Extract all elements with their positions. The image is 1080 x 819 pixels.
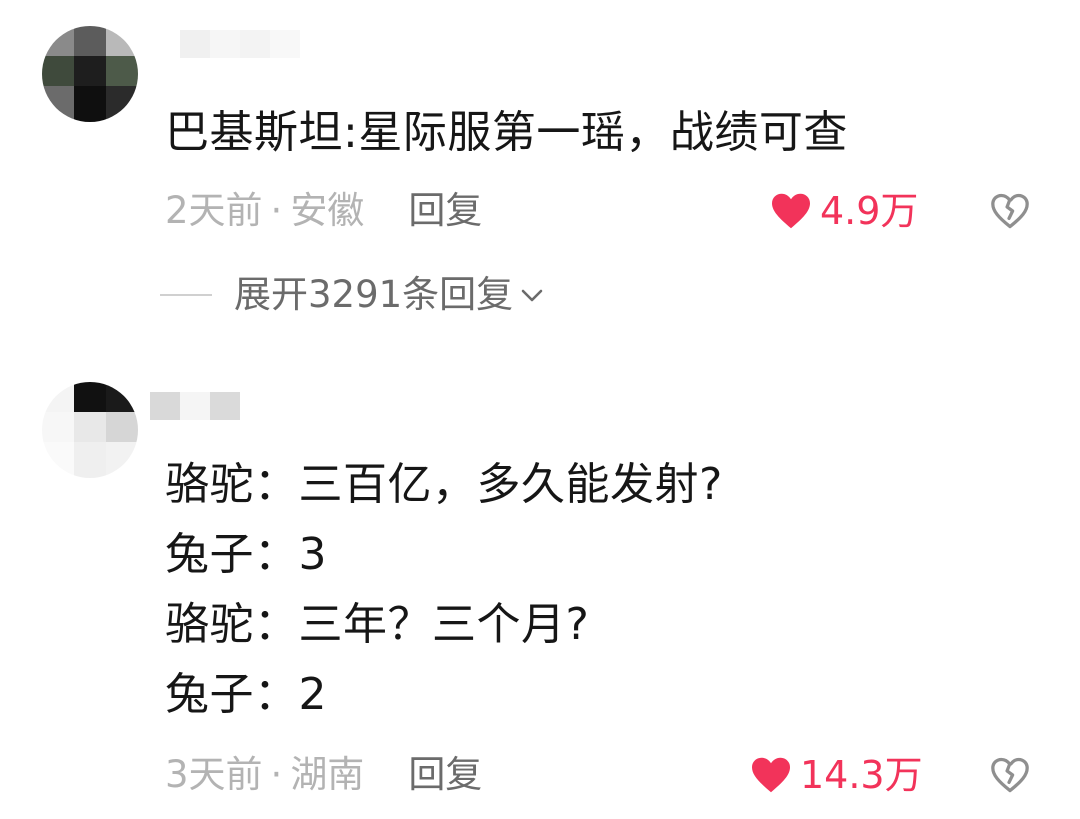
comment-text: 骆驼：三百亿，多久能发射? 兔子：3 骆驼：三年？三个月? 兔子：2 bbox=[165, 450, 723, 730]
heart-filled-icon bbox=[772, 193, 810, 229]
comment-text: 巴基斯坦:星际服第一瑶，战绩可查 bbox=[165, 98, 848, 168]
chevron-down-icon bbox=[521, 289, 543, 302]
comment-meta: 3天前 · 湖南 回复 bbox=[165, 750, 482, 800]
avatar[interactable] bbox=[42, 26, 138, 122]
broken-heart-icon bbox=[991, 193, 1029, 229]
comment-line: 兔子：2 bbox=[165, 669, 327, 720]
reply-button[interactable]: 回复 bbox=[408, 189, 482, 232]
reply-button[interactable]: 回复 bbox=[408, 753, 482, 796]
comment-line: 巴基斯坦:星际服第一瑶，战绩可查 bbox=[165, 107, 848, 158]
meta-separator: · bbox=[270, 753, 283, 796]
comment-line: 骆驼：三年？三个月? bbox=[165, 599, 590, 650]
dislike-button[interactable] bbox=[988, 186, 1032, 236]
broken-heart-icon bbox=[991, 757, 1029, 793]
username-blurred[interactable] bbox=[150, 30, 300, 60]
like-button[interactable]: 4.9万 bbox=[770, 186, 918, 236]
comment-list: 巴基斯坦:星际服第一瑶，战绩可查 2天前 · 安徽 回复 4.9万 展开3291条回复 bbox=[0, 0, 1080, 819]
like-button[interactable]: 14.3万 bbox=[750, 750, 923, 800]
comment-time: 3天前 bbox=[165, 753, 263, 796]
comment-meta: 2天前 · 安徽 回复 bbox=[165, 186, 482, 236]
expand-replies-button[interactable]: 展开3291条回复 bbox=[160, 270, 545, 320]
like-count: 14.3万 bbox=[800, 753, 923, 797]
avatar[interactable] bbox=[42, 382, 138, 478]
username-blurred[interactable] bbox=[150, 392, 300, 422]
heart-filled-icon bbox=[752, 757, 790, 793]
comment-location: 湖南 bbox=[290, 753, 365, 796]
comment-line: 兔子：3 bbox=[165, 529, 327, 580]
like-count: 4.9万 bbox=[820, 189, 919, 233]
meta-separator: · bbox=[270, 189, 283, 232]
divider bbox=[160, 294, 212, 296]
comment-time: 2天前 bbox=[165, 189, 263, 232]
expand-replies-label: 展开3291条回复 bbox=[234, 273, 514, 316]
dislike-button[interactable] bbox=[988, 750, 1032, 800]
comment-location: 安徽 bbox=[290, 189, 365, 232]
comment-line: 骆驼：三百亿，多久能发射? bbox=[165, 459, 723, 510]
